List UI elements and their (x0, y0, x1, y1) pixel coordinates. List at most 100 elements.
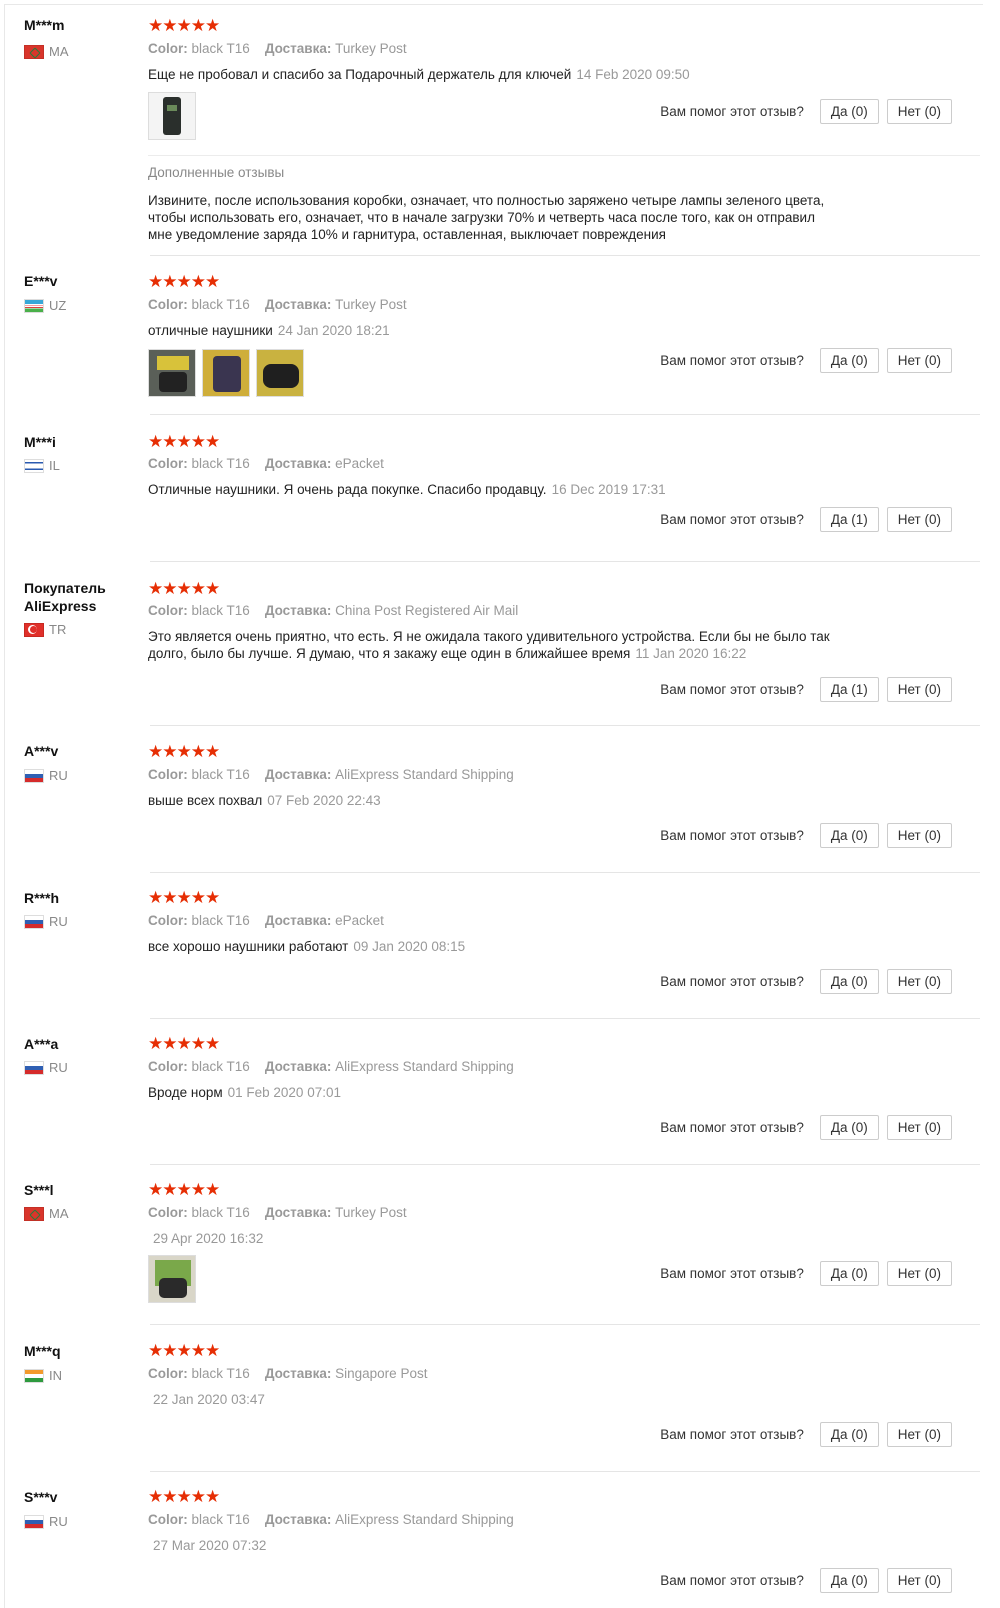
color-value: black T16 (191, 767, 250, 782)
review-photo[interactable] (148, 92, 196, 140)
helpful-yes-button[interactable]: Да (0) (819, 969, 879, 994)
delivery-label: Доставка: (264, 456, 332, 471)
helpful-no-button[interactable]: Нет (0) (886, 1115, 952, 1140)
flag-icon (24, 1060, 44, 1075)
delivery-value: Turkey Post (335, 1205, 407, 1220)
helpful-yes-button[interactable]: Да (0) (819, 348, 879, 373)
review-date: 22 Jan 2020 03:47 (153, 1392, 265, 1407)
review-photo[interactable] (148, 1255, 196, 1303)
flag-icon (24, 44, 44, 59)
helpful-block: Вам помог этот отзыв? Да (0) Нет (0) (660, 1261, 952, 1286)
review-text: отличные наушники (148, 323, 273, 338)
helpful-no-button[interactable]: Нет (0) (886, 677, 952, 702)
country-code: IL (49, 458, 60, 473)
review-photo[interactable] (148, 349, 196, 397)
color-value: black T16 (191, 1366, 250, 1381)
reviewer-country: RU (24, 1514, 68, 1529)
reviewer-name: A***v (24, 743, 59, 759)
review-text-block: Еще не пробовал и спасибо за Подарочный … (148, 66, 838, 83)
reviewer-name: R***h (24, 890, 60, 906)
helpful-question: Вам помог этот отзыв? (660, 104, 804, 119)
reviewer-country: MA (24, 1206, 69, 1221)
color-label: Color: (148, 1366, 188, 1381)
review-item: M***m MA ★★★★★ Color: black T16 Доставка… (0, 0, 1000, 256)
reviewer-country: RU (24, 768, 68, 783)
country-code: IN (49, 1368, 62, 1383)
delivery-label: Доставка: (264, 913, 332, 928)
rating-stars: ★★★★★ (148, 1180, 220, 1199)
review-photo[interactable] (256, 349, 304, 397)
reviewer-name: M***i (24, 434, 56, 450)
delivery-label: Доставка: (264, 1366, 332, 1381)
delivery-value: China Post Registered Air Mail (335, 603, 519, 618)
review-meta: Color: black T16 Доставка: Singapore Pos… (148, 1366, 427, 1381)
rating-stars: ★★★★★ (148, 742, 220, 761)
helpful-no-button[interactable]: Нет (0) (886, 1568, 952, 1593)
reviewer-name: M***m (24, 17, 65, 33)
review-date: 27 Mar 2020 07:32 (153, 1538, 267, 1553)
helpful-block: Вам помог этот отзыв? Да (0) Нет (0) (660, 1568, 952, 1593)
reviewer-country: UZ (24, 298, 66, 313)
review-meta: Color: black T16 Доставка: China Post Re… (148, 603, 518, 618)
review-item: M***q IN ★★★★★ Color: black T16 Доставка… (0, 1325, 1000, 1472)
helpful-yes-button[interactable]: Да (0) (819, 99, 879, 124)
review-text-block: Это является очень приятно, что есть. Я … (148, 628, 838, 662)
helpful-yes-button[interactable]: Да (0) (819, 1261, 879, 1286)
delivery-label: Доставка: (264, 603, 332, 618)
helpful-block: Вам помог этот отзыв? Да (0) Нет (0) (660, 1115, 952, 1140)
review-text: Отличные наушники. Я очень рада покупке.… (148, 482, 547, 497)
review-photo[interactable] (202, 349, 250, 397)
review-date: 14 Feb 2020 09:50 (576, 67, 690, 82)
helpful-yes-button[interactable]: Да (0) (819, 1568, 879, 1593)
review-item: M***i IL ★★★★★ Color: black T16 Доставка… (0, 415, 1000, 562)
helpful-no-button[interactable]: Нет (0) (886, 1422, 952, 1447)
review-meta: Color: black T16 Доставка: Turkey Post (148, 297, 407, 312)
reviewer-name: A***a (24, 1036, 59, 1052)
rating-stars: ★★★★★ (148, 1341, 220, 1360)
delivery-value: AliExpress Standard Shipping (335, 1059, 514, 1074)
helpful-no-button[interactable]: Нет (0) (886, 507, 952, 532)
helpful-question: Вам помог этот отзыв? (660, 1266, 804, 1281)
color-label: Color: (148, 603, 188, 618)
delivery-value: ePacket (335, 913, 384, 928)
helpful-question: Вам помог этот отзыв? (660, 1573, 804, 1588)
helpful-yes-button[interactable]: Да (0) (819, 823, 879, 848)
flag-icon (24, 914, 44, 929)
helpful-yes-button[interactable]: Да (1) (819, 677, 879, 702)
review-item: S***v RU ★★★★★ Color: black T16 Доставка… (0, 1472, 1000, 1607)
rating-stars: ★★★★★ (148, 16, 220, 35)
review-meta: Color: black T16 Доставка: AliExpress St… (148, 767, 514, 782)
helpful-no-button[interactable]: Нет (0) (886, 969, 952, 994)
helpful-yes-button[interactable]: Да (0) (819, 1422, 879, 1447)
helpful-question: Вам помог этот отзыв? (660, 828, 804, 843)
flag-icon (24, 458, 44, 473)
review-text: выше всех похвал (148, 793, 263, 808)
review-date: 09 Jan 2020 08:15 (353, 939, 466, 954)
helpful-no-button[interactable]: Нет (0) (886, 1261, 952, 1286)
helpful-question: Вам помог этот отзыв? (660, 353, 804, 368)
additional-review-text: Извините, после использования коробки, о… (148, 193, 825, 242)
helpful-question: Вам помог этот отзыв? (660, 682, 804, 697)
color-label: Color: (148, 913, 188, 928)
color-value: black T16 (191, 297, 250, 312)
helpful-yes-button[interactable]: Да (0) (819, 1115, 879, 1140)
review-text-block: Вроде норм 01 Feb 2020 07:01 (148, 1084, 838, 1101)
helpful-yes-button[interactable]: Да (1) (819, 507, 879, 532)
country-code: MA (49, 44, 69, 59)
reviewer-name: E***v (24, 273, 58, 289)
review-item: A***v RU ★★★★★ Color: black T16 Доставка… (0, 726, 1000, 873)
country-code: RU (49, 768, 68, 783)
helpful-block: Вам помог этот отзыв? Да (0) Нет (0) (660, 1422, 952, 1447)
helpful-no-button[interactable]: Нет (0) (886, 823, 952, 848)
helpful-question: Вам помог этот отзыв? (660, 1427, 804, 1442)
helpful-no-button[interactable]: Нет (0) (886, 348, 952, 373)
delivery-label: Доставка: (264, 767, 332, 782)
review-text-block: 27 Mar 2020 07:32 (148, 1537, 838, 1554)
reviewer-country: MA (24, 44, 69, 59)
helpful-no-button[interactable]: Нет (0) (886, 99, 952, 124)
color-label: Color: (148, 456, 188, 471)
review-meta: Color: black T16 Доставка: AliExpress St… (148, 1059, 514, 1074)
flag-icon (24, 1368, 44, 1383)
review-meta: Color: black T16 Доставка: Turkey Post (148, 41, 407, 56)
review-item: E***v UZ ★★★★★ Color: black T16 Доставка… (0, 256, 1000, 415)
